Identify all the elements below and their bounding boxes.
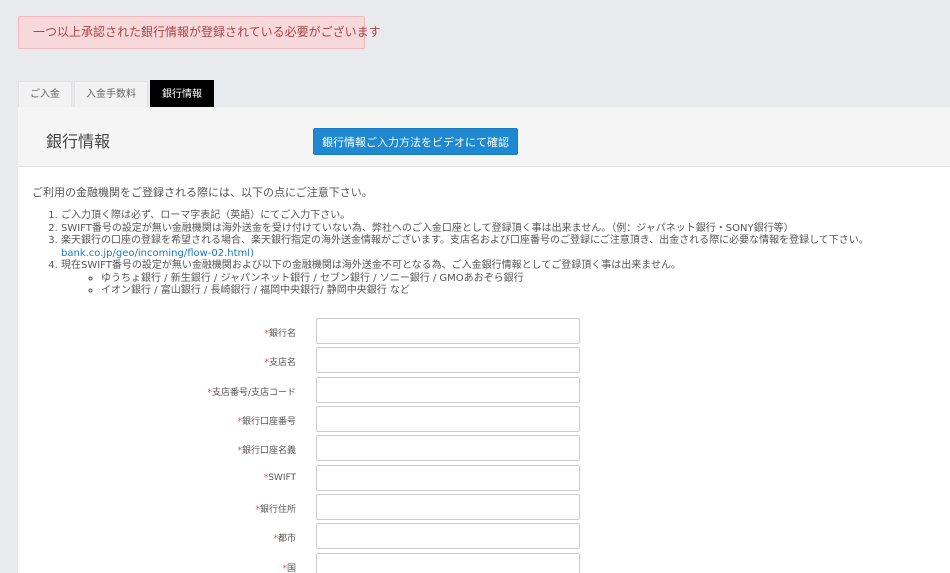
branch-name-input[interactable] xyxy=(316,347,580,373)
country-label: *国 xyxy=(282,564,296,573)
swift-input[interactable] xyxy=(316,465,580,491)
form-row-city: *都市 xyxy=(18,523,618,551)
form-row-bank-name: *銀行名 xyxy=(18,318,618,346)
form-row-branch-name: *支店名 xyxy=(18,347,618,375)
form-row-bank-address: *銀行住所 xyxy=(18,494,618,522)
bank-address-input[interactable] xyxy=(316,494,580,520)
country-input[interactable] xyxy=(316,553,580,573)
tab-bar: ご入金 入金手数料 銀行情報 xyxy=(18,80,216,107)
rakuten-guide-link[interactable]: bank.co.jp/geo/incoming/flow-02.html) xyxy=(61,248,254,259)
notice-item: SWIFT番号の設定が無い金融機関は海外送金を受け付けていない為、弊社へのご入金… xyxy=(61,223,950,236)
bank-info-panel: 銀行情報 銀行情報ご入力方法をビデオにて確認 ご利用の金融機関をご登録される際に… xyxy=(18,107,950,573)
account-holder-label: *銀行口座名義 xyxy=(237,446,296,456)
tab-bank-info[interactable]: 銀行情報 xyxy=(150,80,214,107)
excluded-banks-item: イオン銀行 / 富山銀行 / 長崎銀行 / 福岡中央銀行/ 静岡中央銀行 など xyxy=(101,285,950,298)
account-number-label: *銀行口座番号 xyxy=(237,417,296,427)
excluded-banks-item: ゆうちょ銀行 / 新生銀行 / ジャパンネット銀行 / セブン銀行 / ソニー銀… xyxy=(101,273,950,286)
form-row-swift: *SWIFT xyxy=(18,465,618,493)
bank-name-label: *銀行名 xyxy=(264,329,296,339)
notice-item: ご入力頂く際は必ず、ローマ字表記（英語）にてご入力下さい。 xyxy=(61,210,950,223)
notice-intro: ご利用の金融機関をご登録される際には、以下の点にご注意下さい。 xyxy=(32,186,373,199)
notice-item: 楽天銀行の口座の登録を希望される場合、楽天銀行指定の海外送金情報がございます。支… xyxy=(61,235,950,260)
account-holder-input[interactable] xyxy=(316,435,580,461)
form-row-branch-code: *支店番号/支店コード xyxy=(18,377,618,405)
alert-banner: 一つ以上承認された銀行情報が登録されている必要がございます xyxy=(18,16,381,49)
city-input[interactable] xyxy=(316,523,580,549)
city-label: *都市 xyxy=(273,534,296,544)
form-row-account-holder: *銀行口座名義 xyxy=(18,435,618,463)
swift-label: *SWIFT xyxy=(263,473,296,483)
form-row-country: *国 xyxy=(18,553,618,573)
branch-code-input[interactable] xyxy=(316,377,580,403)
panel-header: 銀行情報 銀行情報ご入力方法をビデオにて確認 xyxy=(18,107,950,167)
bank-address-label: *銀行住所 xyxy=(255,505,296,515)
branch-name-label: *支店名 xyxy=(264,358,296,368)
notice-item: 現在SWIFT番号の設定が無い金融機関および以下の金融機関は海外送金不可となる為… xyxy=(61,260,950,298)
notice-list: ご入力頂く際は必ず、ローマ字表記（英語）にてご入力下さい。 SWIFT番号の設定… xyxy=(32,210,950,298)
excluded-banks-list: ゆうちょ銀行 / 新生銀行 / ジャパンネット銀行 / セブン銀行 / ソニー銀… xyxy=(61,273,950,298)
tab-deposit-fee[interactable]: 入金手数料 xyxy=(74,81,148,107)
video-guide-button[interactable]: 銀行情報ご入力方法をビデオにて確認 xyxy=(313,128,518,155)
account-number-input[interactable] xyxy=(316,406,580,432)
page-title: 銀行情報 xyxy=(46,132,111,151)
tab-deposit[interactable]: ご入金 xyxy=(18,81,72,107)
alert-message: 一つ以上承認された銀行情報が登録されている必要がございます xyxy=(33,25,381,39)
bank-name-input[interactable] xyxy=(316,318,580,344)
form-row-account-number: *銀行口座番号 xyxy=(18,406,618,434)
branch-code-label: *支店番号/支店コード xyxy=(207,388,296,398)
